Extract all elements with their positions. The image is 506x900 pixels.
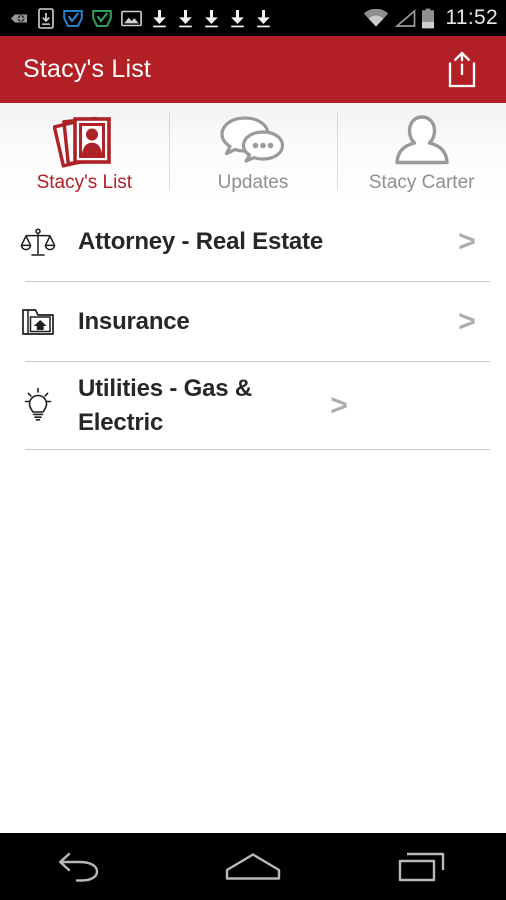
app-screen: 11:52 Stacy's List Stacy's List Updates …: [0, 0, 506, 900]
image-icon: [121, 10, 142, 26]
list-item-label: Attorney - Real Estate: [78, 228, 323, 255]
back-button[interactable]: [0, 833, 169, 900]
tab-updates[interactable]: Updates: [168, 103, 338, 201]
chevron-right-icon: >: [458, 225, 476, 258]
person-icon: [391, 111, 453, 171]
chat-bubbles-icon: [218, 111, 288, 171]
back-arrow-icon: [59, 852, 99, 882]
download-icon-5: [257, 9, 270, 27]
status-clock: 11:52: [445, 6, 498, 29]
tab-stacys-list[interactable]: Stacy's List: [0, 103, 169, 201]
app-bar: Stacy's List: [0, 36, 506, 103]
share-button[interactable]: [440, 48, 484, 92]
tab-bar: Stacy's List Updates Stacy Carter: [0, 103, 506, 202]
list-item-label: Insurance: [78, 308, 190, 335]
home-button[interactable]: [169, 833, 338, 900]
checkbox-green-icon: [92, 9, 112, 27]
status-bar-left-icons: [10, 7, 272, 29]
list-item-utilities-gas-electric[interactable]: Utilities - Gas & Electric >: [0, 362, 506, 450]
folder-house-icon: [10, 304, 66, 340]
home-icon: [225, 852, 281, 880]
status-bar: 11:52: [0, 0, 506, 36]
recents-icon: [398, 852, 444, 881]
tab-label-updates: Updates: [217, 172, 289, 193]
plugin-badge-icon: [11, 14, 27, 22]
tab-label-stacys-list: Stacy's List: [36, 172, 133, 193]
contact-cards-icon: [53, 111, 115, 171]
wifi-icon: [363, 8, 388, 26]
category-list: Attorney - Real Estate > Insurance > Uti…: [0, 202, 506, 450]
status-bar-right-icons: 11:52: [363, 6, 499, 30]
list-item-insurance[interactable]: Insurance >: [0, 282, 506, 362]
battery-icon: [421, 8, 434, 28]
cell-signal-icon: [394, 8, 415, 27]
tab-stacy-carter[interactable]: Stacy Carter: [337, 103, 506, 201]
chevron-right-icon: >: [458, 305, 476, 338]
download-icon-3: [205, 9, 218, 27]
chevron-right-icon: >: [330, 389, 348, 422]
download-icon-1: [153, 9, 166, 27]
lightbulb-icon: [10, 386, 66, 426]
download-icon-2: [179, 9, 192, 27]
empty-content-area: [0, 460, 506, 833]
list-item-label: Utilities - Gas & Electric: [78, 375, 252, 436]
page-title: Stacy's List: [23, 55, 152, 83]
system-navigation-bar: [0, 833, 506, 900]
scales-of-justice-icon: [10, 223, 66, 261]
tab-label-stacy-carter: Stacy Carter: [368, 172, 475, 193]
share-icon: [448, 50, 476, 87]
checkbox-blue-icon: [63, 9, 83, 27]
download-to-device-icon: [38, 7, 54, 29]
download-icon-4: [231, 9, 244, 27]
recents-button[interactable]: [337, 833, 506, 900]
list-item-attorney-real-estate[interactable]: Attorney - Real Estate >: [0, 202, 506, 282]
